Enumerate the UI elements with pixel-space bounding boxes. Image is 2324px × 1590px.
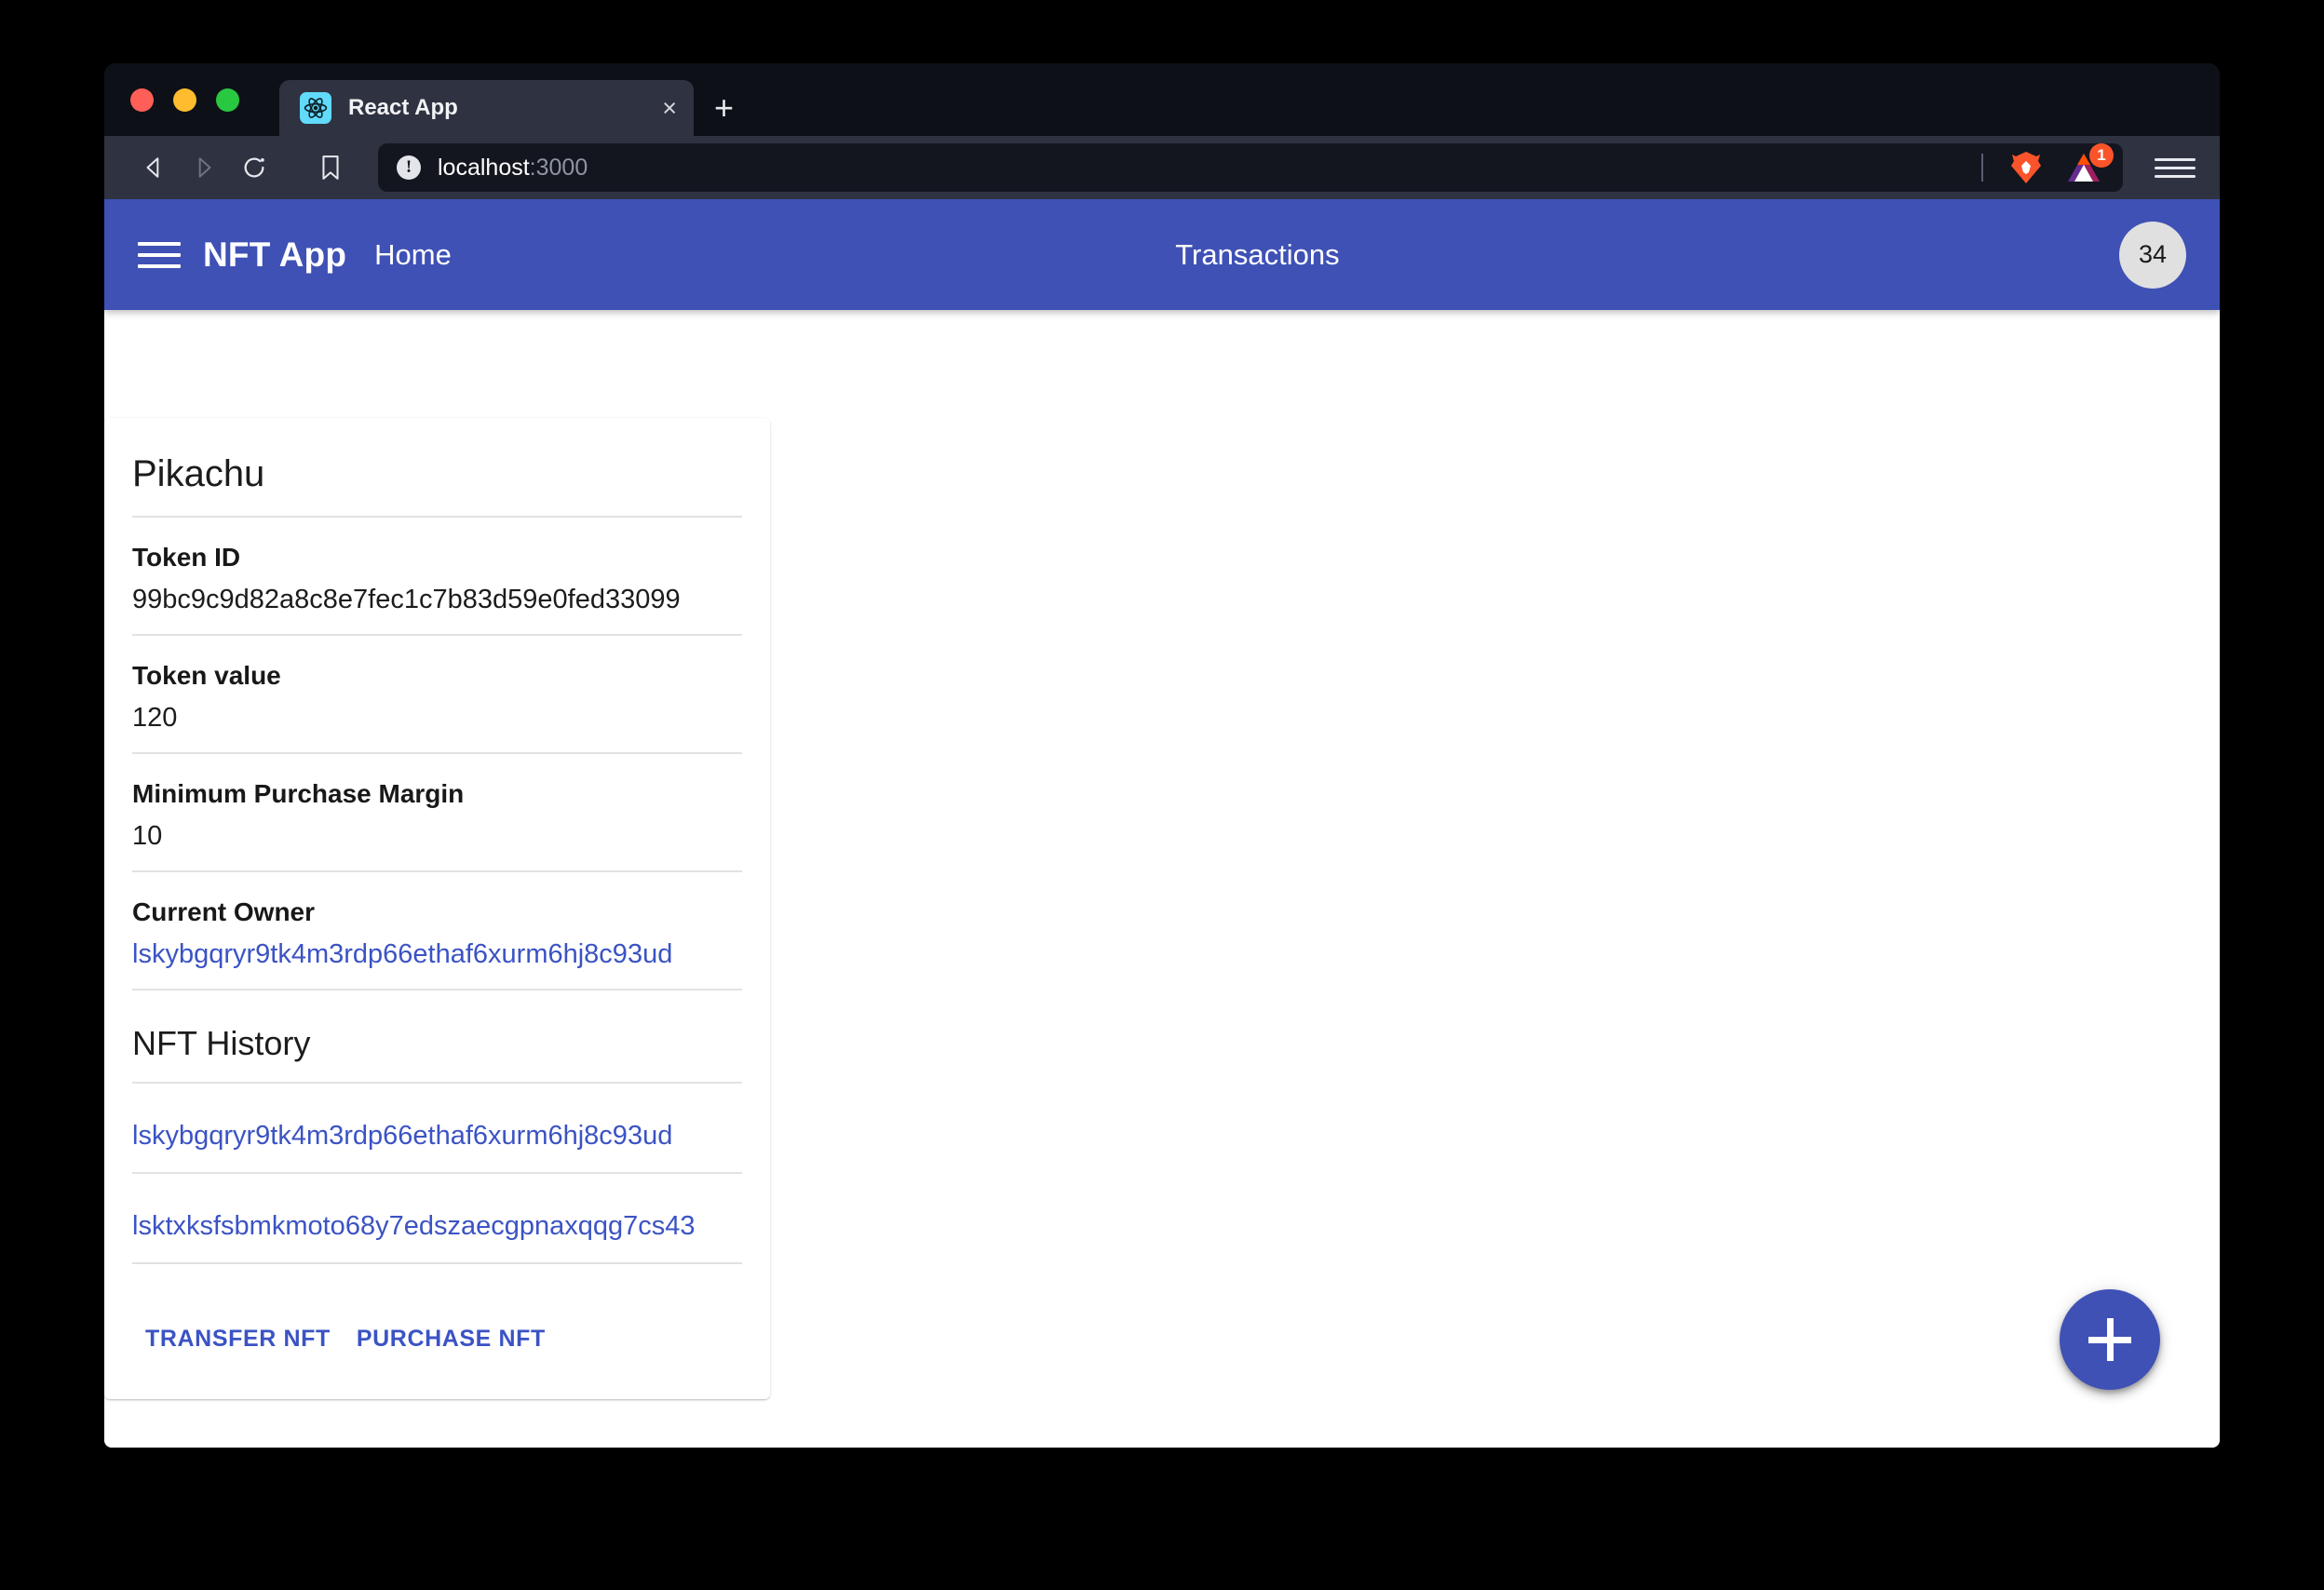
url-text: localhost:3000 <box>438 155 588 182</box>
field-label: Token ID <box>132 543 742 573</box>
page-viewport: NFT App Home Transactions 34 Pikachu Tok… <box>104 199 2220 1448</box>
toolbar-divider <box>1981 154 1983 182</box>
back-icon[interactable] <box>128 142 179 193</box>
site-info-icon[interactable]: ! <box>397 155 421 180</box>
window-close-button[interactable] <box>130 88 154 112</box>
react-icon <box>300 92 331 124</box>
address-bar[interactable]: ! localhost:3000 <box>378 143 2123 192</box>
current-owner-link[interactable]: lskybgqryr9tk4m3rdp66ethaf6xurm6hj8c93ud <box>132 939 742 989</box>
field-token-value: Token value 120 <box>132 636 742 752</box>
app-bar: NFT App Home Transactions 34 <box>104 199 2220 310</box>
nft-name: Pikachu <box>132 453 742 516</box>
field-value: 99bc9c9d82a8c8e7fec1c7b83d59e0fed33099 <box>132 585 742 634</box>
field-minimum-purchase-margin: Minimum Purchase Margin 10 <box>132 754 742 870</box>
avatar[interactable]: 34 <box>2119 222 2186 289</box>
app-bar-center: Transactions <box>452 238 2119 272</box>
tab-strip: React App × + <box>104 63 2220 136</box>
toolbar-extensions: 1 <box>1981 147 2104 188</box>
nft-detail-card: Pikachu Token ID 99bc9c9d82a8c8e7fec1c7b… <box>104 418 770 1399</box>
history-item[interactable]: lskybgqryr9tk4m3rdp66ethaf6xurm6hj8c93ud <box>132 1084 742 1172</box>
nav-link-home[interactable]: Home <box>374 238 452 272</box>
browser-tab[interactable]: React App × <box>279 80 694 136</box>
new-tab-button[interactable]: + <box>714 91 734 125</box>
field-label: Token value <box>132 661 742 691</box>
page-content: Pikachu Token ID 99bc9c9d82a8c8e7fec1c7b… <box>104 310 2220 1448</box>
plus-icon <box>2088 1318 2131 1361</box>
history-item[interactable]: lsktxksfsbmkmoto68y7edszaecgpnaxqqg7cs43 <box>132 1174 742 1262</box>
purchase-nft-button[interactable]: PURCHASE NFT <box>344 1316 559 1362</box>
field-token-id: Token ID 99bc9c9d82a8c8e7fec1c7b83d59e0f… <box>132 518 742 634</box>
app-brand: NFT App <box>203 236 346 275</box>
page-title: Transactions <box>1175 238 1339 272</box>
field-value: 10 <box>132 821 742 870</box>
field-value: 120 <box>132 703 742 752</box>
bookmark-icon[interactable] <box>305 142 356 193</box>
url-port: :3000 <box>530 155 588 181</box>
browser-toolbar: ! localhost:3000 <box>104 136 2220 199</box>
add-button[interactable] <box>2060 1289 2160 1390</box>
url-host: localhost <box>438 155 530 181</box>
tab-close-icon[interactable]: × <box>653 96 677 121</box>
card-actions: TRANSFER NFT PURCHASE NFT <box>104 1264 770 1399</box>
app-menu-icon[interactable] <box>132 228 186 282</box>
browser-menu-icon[interactable] <box>2155 147 2196 188</box>
field-label: Current Owner <box>132 897 742 927</box>
nft-history-title: NFT History <box>132 990 742 1082</box>
browser-window: React App × + ! localhost:3000 <box>104 63 2220 1448</box>
tab-title: React App <box>348 95 653 121</box>
bat-notification-badge: 1 <box>2089 143 2114 168</box>
bat-triangle-icon[interactable]: 1 <box>2063 147 2104 188</box>
traffic-lights <box>130 88 239 112</box>
brave-lion-icon[interactable] <box>2006 147 2047 188</box>
field-current-owner: Current Owner lskybgqryr9tk4m3rdp66ethaf… <box>132 872 742 989</box>
transfer-nft-button[interactable]: TRANSFER NFT <box>132 1316 344 1362</box>
field-label: Minimum Purchase Margin <box>132 779 742 809</box>
window-maximize-button[interactable] <box>216 88 239 112</box>
reload-icon[interactable] <box>229 142 279 193</box>
window-minimize-button[interactable] <box>173 88 196 112</box>
card-body: Pikachu Token ID 99bc9c9d82a8c8e7fec1c7b… <box>104 453 770 1264</box>
forward-icon <box>179 142 229 193</box>
